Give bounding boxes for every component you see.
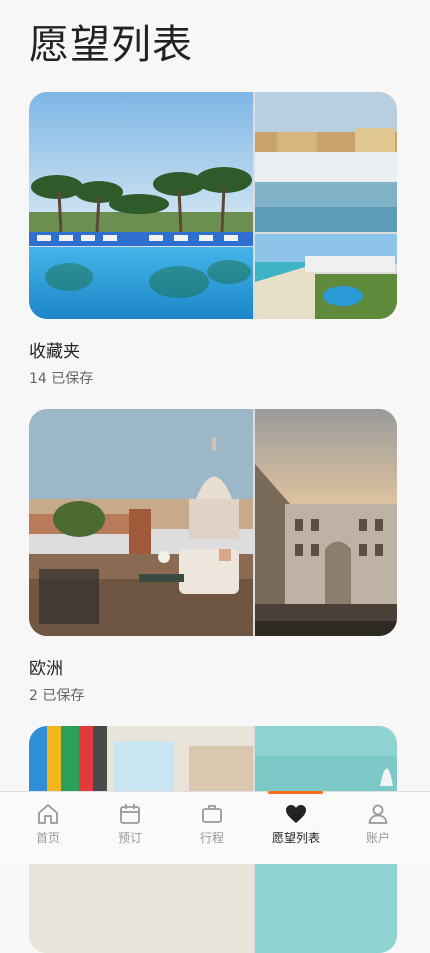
collection-card[interactable]: 收藏夹 14 已保存 (29, 92, 397, 388)
tab-bookings[interactable]: 预订 (87, 792, 173, 864)
collection-count: 2 已保存 (29, 688, 85, 704)
venice-terrace-photo (29, 409, 253, 636)
tab-bookings-label: 预订 (117, 831, 142, 845)
collection-collage[interactable] (29, 92, 397, 319)
tab-home-label: 首页 (35, 831, 60, 845)
beach-hotel-photo (255, 92, 397, 232)
island-resort-photo (255, 234, 397, 319)
person-icon (368, 804, 388, 824)
tab-wishlist[interactable]: 愿望列表 (253, 792, 339, 864)
page-title: 愿望列表 (29, 22, 193, 68)
collection-count: 14 已保存 (29, 371, 94, 387)
courtyard-hotel-photo (255, 409, 397, 636)
tab-account[interactable]: 账户 (335, 792, 421, 864)
collection-title: 欧洲 (29, 659, 63, 679)
resort-pool-photo (29, 92, 253, 319)
tab-account-label: 账户 (365, 831, 390, 845)
bottom-tab-bar: 首页 预订 行程 愿望列表 账户 (0, 791, 430, 864)
tab-trips-label: 行程 (199, 831, 224, 845)
suitcase-icon (202, 805, 222, 823)
tab-home[interactable]: 首页 (5, 792, 91, 864)
tab-wishlist-label: 愿望列表 (271, 831, 320, 845)
collection-card[interactable]: 欧洲 2 已保存 (29, 409, 397, 705)
collection-title: 收藏夹 (29, 342, 80, 362)
home-icon (38, 804, 58, 824)
calendar-icon (120, 804, 140, 824)
tab-trips[interactable]: 行程 (169, 792, 255, 864)
heart-icon (286, 805, 306, 823)
collection-collage[interactable] (29, 409, 397, 636)
